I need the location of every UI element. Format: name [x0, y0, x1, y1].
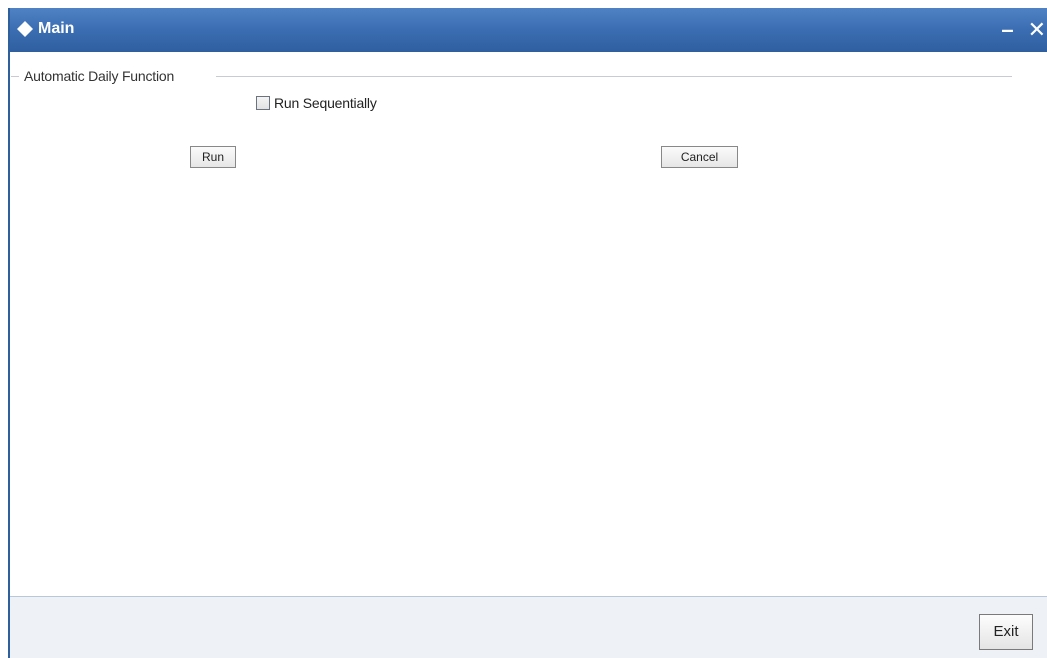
- automatic-daily-function-group: Automatic Daily Function Run Sequentiall…: [10, 52, 1047, 596]
- run-sequentially-checkbox[interactable]: [256, 96, 270, 110]
- diamond-icon: [17, 21, 33, 37]
- group-legend: Automatic Daily Function: [24, 68, 175, 84]
- window-controls: – ✕: [998, 16, 1047, 44]
- run-sequentially-label: Run Sequentially: [274, 95, 377, 111]
- title-bar[interactable]: Main – ✕: [10, 8, 1047, 52]
- window-title: Main: [38, 20, 75, 37]
- run-button[interactable]: Run: [190, 146, 236, 168]
- run-sequentially-option[interactable]: Run Sequentially: [256, 94, 377, 112]
- legend-divider-left: [11, 76, 19, 77]
- legend-divider-right: [216, 76, 1012, 77]
- minimize-icon[interactable]: –: [998, 18, 1016, 42]
- footer-bar: Exit: [10, 596, 1047, 658]
- main-window: Main – ✕ Automatic Daily Function Run Se…: [8, 8, 1047, 658]
- close-icon[interactable]: ✕: [1025, 18, 1047, 42]
- exit-button[interactable]: Exit: [979, 614, 1033, 650]
- cancel-button[interactable]: Cancel: [661, 146, 738, 168]
